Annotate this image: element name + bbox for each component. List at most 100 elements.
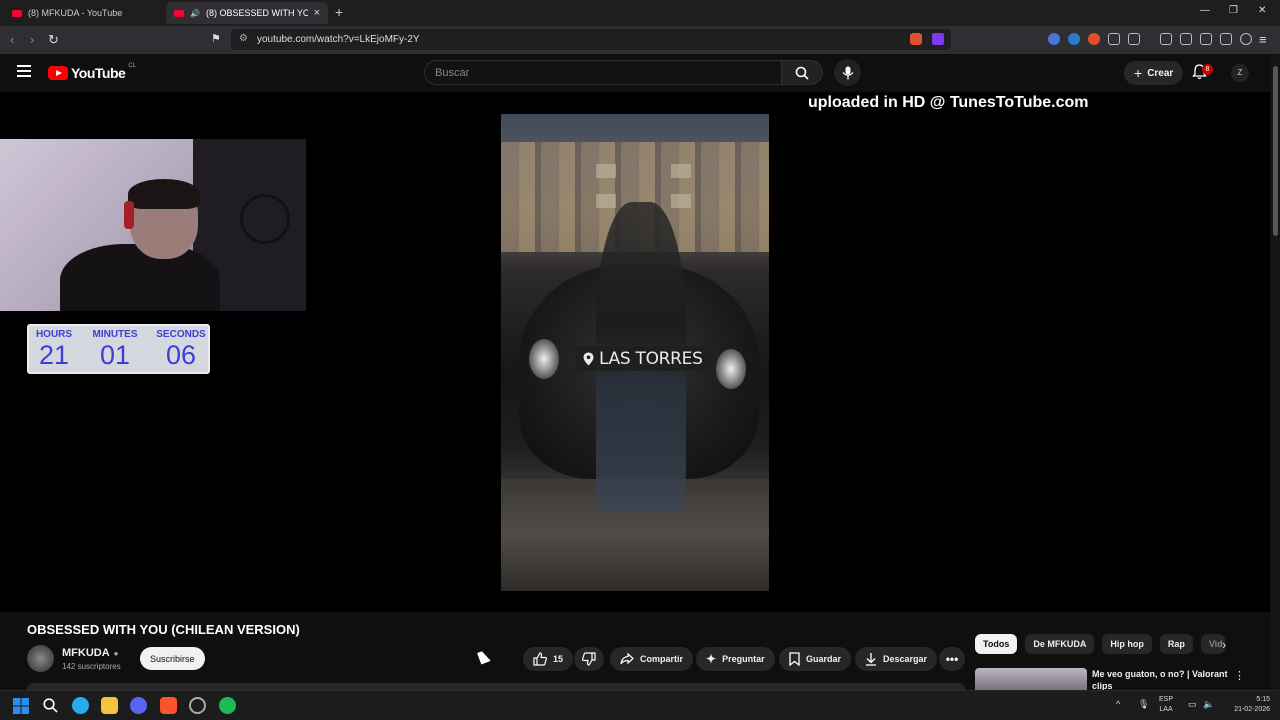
- brave-browser-icon[interactable]: [160, 697, 177, 714]
- volume-icon[interactable]: 🔈: [1203, 699, 1214, 709]
- mouse-cursor-icon: [477, 649, 491, 665]
- media-icon[interactable]: [1160, 33, 1172, 45]
- forward-button[interactable]: ›: [30, 32, 34, 47]
- verified-icon: ●: [113, 648, 119, 658]
- download-button[interactable]: Descargar: [855, 647, 938, 671]
- channel-avatar[interactable]: [27, 645, 54, 672]
- spotify-icon[interactable]: [219, 697, 236, 714]
- windows-start-icon[interactable]: [13, 698, 29, 714]
- reader-icon[interactable]: [1128, 33, 1140, 45]
- create-button[interactable]: + Crear: [1124, 61, 1184, 85]
- vpn-icon[interactable]: [1240, 33, 1252, 45]
- clock[interactable]: 5:15 21-02-2026: [1234, 695, 1270, 715]
- rewards-icon[interactable]: [932, 33, 944, 45]
- new-tab-button[interactable]: +: [335, 4, 343, 20]
- save-button[interactable]: Guardar: [779, 647, 852, 671]
- logo-text: YouTube: [71, 65, 126, 81]
- recommendation-thumbnail[interactable]: [975, 668, 1087, 690]
- like-count: 15: [552, 654, 563, 664]
- reload-button[interactable]: ↻: [48, 32, 59, 48]
- video-title: OBSESSED WITH YOU (CHILEAN VERSION): [27, 622, 300, 637]
- search-icon: [795, 66, 809, 80]
- extension-icon[interactable]: [1068, 33, 1080, 45]
- chevron-right-icon[interactable]: ›: [1222, 637, 1226, 652]
- youtube-logo[interactable]: YouTube CL: [48, 63, 136, 81]
- search-box: [424, 60, 782, 85]
- keyboard-layout: LAA: [1159, 706, 1173, 713]
- address-bar[interactable]: ⚙ youtube.com/watch?v=LkEjoMFy-2Y: [231, 29, 951, 50]
- location-sticker: LAS TORRES: [576, 346, 710, 371]
- ask-button[interactable]: ✦ Preguntar: [696, 647, 775, 671]
- share-label: Compartir: [640, 654, 684, 664]
- tab-obsessed-with-you[interactable]: 🔊 (8) OBSESSED WITH YOU (CH ×: [166, 2, 328, 24]
- account-avatar[interactable]: Z: [1231, 64, 1249, 82]
- share-icon: [620, 653, 634, 665]
- subscribe-button[interactable]: Suscribirse: [140, 647, 205, 670]
- chip-de-mfkuda[interactable]: De MFKUDA: [1025, 634, 1095, 654]
- more-vertical-icon[interactable]: ⋮: [1234, 669, 1245, 682]
- thumbs-down-icon: [582, 652, 596, 666]
- extension-icon[interactable]: [1088, 33, 1100, 45]
- restore-button[interactable]: ❐: [1229, 5, 1238, 16]
- microphone-icon: [842, 66, 853, 79]
- puzzle-icon[interactable]: [1108, 33, 1120, 45]
- video-player[interactable]: HOURS 21 MINUTES 01 SECONDS 06 LAS TORRE…: [0, 92, 1270, 612]
- minutes-label: MINUTES: [92, 329, 138, 340]
- youtube-favicon-icon: [12, 9, 22, 17]
- page-scrollbar[interactable]: [1271, 54, 1280, 690]
- share-button[interactable]: Compartir: [610, 647, 694, 671]
- recommendation-filter-chips: Todos De MFKUDA Hip hop Rap Vid: [975, 634, 1225, 654]
- back-button[interactable]: ‹: [10, 32, 14, 47]
- thumbs-up-icon: [533, 652, 547, 666]
- scrollbar-thumb[interactable]: [1273, 66, 1278, 236]
- extension-icon[interactable]: [1048, 33, 1060, 45]
- brave-shield-icon[interactable]: [910, 33, 922, 45]
- location-text: LAS TORRES: [599, 348, 703, 369]
- url-text: youtube.com/watch?v=LkEjoMFy-2Y: [257, 34, 420, 45]
- file-explorer-icon[interactable]: [101, 697, 118, 714]
- search-icon[interactable]: [43, 698, 58, 713]
- subscriber-count: 142 suscriptores: [62, 662, 121, 671]
- more-actions-button[interactable]: •••: [939, 647, 965, 671]
- leo-icon[interactable]: [1220, 33, 1232, 45]
- site-info-icon[interactable]: ⚙: [239, 33, 248, 44]
- network-icon[interactable]: ▭: [1188, 699, 1197, 709]
- close-tab-icon[interactable]: ×: [314, 7, 320, 19]
- description-box[interactable]: [27, 683, 965, 690]
- watermark-text: uploaded in HD @ TunesToTube.com: [808, 94, 1089, 111]
- chip-rap[interactable]: Rap: [1159, 634, 1193, 654]
- search-button[interactable]: [781, 60, 823, 85]
- microphone-icon[interactable]: 🎙: [1138, 699, 1149, 709]
- search-input[interactable]: [425, 61, 781, 84]
- telegram-icon[interactable]: [72, 697, 89, 714]
- download-label: Descargar: [883, 654, 928, 664]
- bookmark-icon[interactable]: ⚑: [211, 32, 221, 45]
- country-code: CL: [128, 63, 136, 69]
- language-indicator[interactable]: ESP LAA: [1159, 695, 1173, 715]
- recommendation-title[interactable]: Me veo guaton, o no? | Valorant clips: [1092, 668, 1232, 690]
- ask-label: Preguntar: [722, 654, 765, 664]
- more-horizontal-icon: •••: [945, 652, 959, 666]
- minimize-button[interactable]: —: [1200, 5, 1210, 16]
- wallet-icon[interactable]: [1200, 33, 1212, 45]
- dislike-button[interactable]: [574, 647, 604, 671]
- clock-time: 5:15: [1256, 696, 1270, 703]
- sidebar-icon[interactable]: [1180, 33, 1192, 45]
- youtube-favicon-icon: [174, 9, 184, 17]
- like-button[interactable]: 15: [523, 647, 573, 671]
- bookmark-icon: [789, 652, 800, 666]
- voice-search-button[interactable]: [834, 59, 861, 86]
- chevron-up-icon[interactable]: ^: [1116, 699, 1120, 709]
- close-window-button[interactable]: ✕: [1258, 5, 1266, 16]
- channel-name[interactable]: MFKUDA ●: [62, 647, 119, 659]
- menu-icon[interactable]: ≡: [1259, 32, 1267, 47]
- chip-hip-hop[interactable]: Hip hop: [1102, 634, 1152, 654]
- discord-icon[interactable]: [130, 697, 147, 714]
- notification-count-badge: 8: [1202, 64, 1213, 75]
- hamburger-menu-icon[interactable]: [17, 65, 31, 77]
- steam-icon[interactable]: [189, 697, 206, 714]
- tab-title: (8) OBSESSED WITH YOU (CH: [205, 8, 308, 18]
- tab-mfkuda[interactable]: (8) MFKUDA - YouTube: [4, 2, 164, 24]
- download-icon: [866, 653, 876, 666]
- chip-todos[interactable]: Todos: [975, 634, 1018, 654]
